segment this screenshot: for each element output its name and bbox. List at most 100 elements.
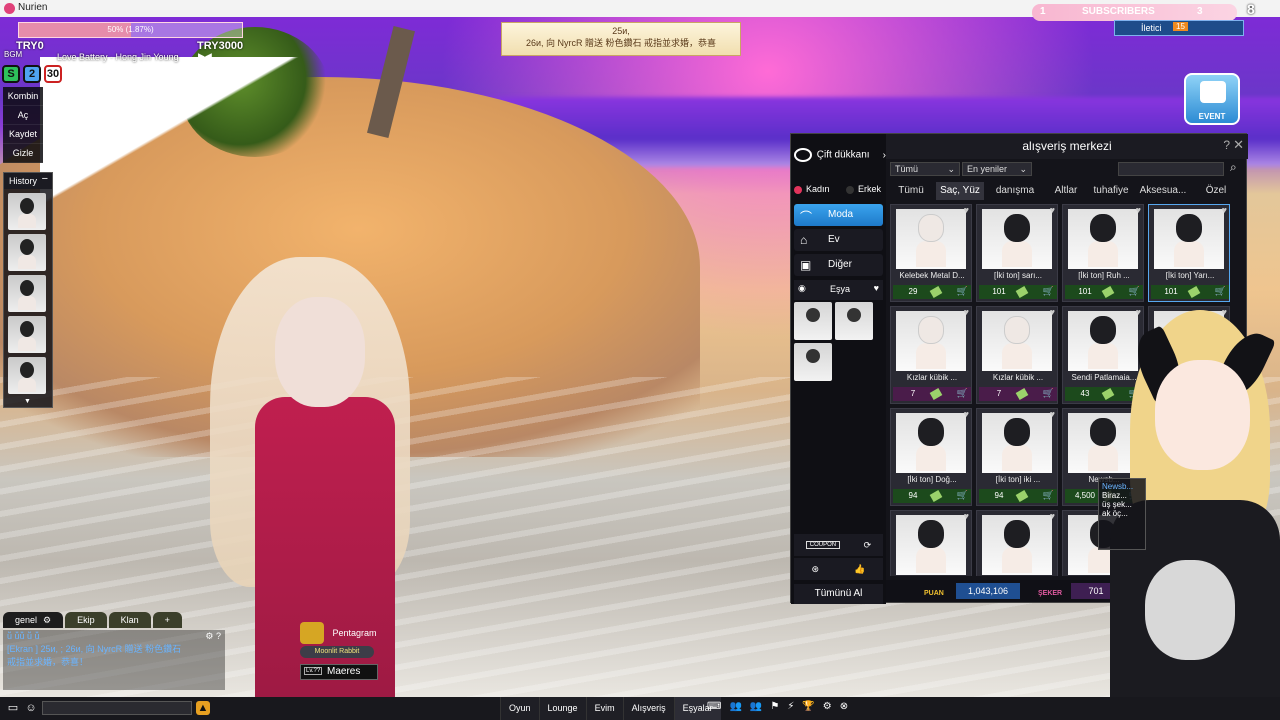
main-menu-button[interactable]: Lounge (538, 697, 586, 720)
toolbar-icon[interactable]: ⌨ (707, 701, 721, 712)
toolbar-icon[interactable]: 🏆 (802, 701, 814, 712)
cart-icon[interactable]: 🛒 (957, 286, 968, 297)
toolbar-icon[interactable]: 👥 (729, 701, 741, 712)
shop-item-card[interactable]: ♥ Kızlar kübik ... 7 🛒 (890, 306, 972, 404)
heart-icon[interactable]: ♥ (964, 409, 969, 419)
shop-tab[interactable]: danışma (988, 182, 1042, 200)
chat-input[interactable] (42, 701, 192, 715)
type-dropdown[interactable]: Tümü ⌄ (890, 162, 960, 176)
shop-item-card[interactable]: ♥ [İki ton] Doğ... 94 🛒 (890, 408, 972, 506)
shop-item-card[interactable]: ♥ [İki ton] iki ... 94 🛒 (976, 408, 1058, 506)
cart-icon[interactable]: 🛒 (957, 388, 968, 399)
couple-shop-link[interactable]: Çift dükkanı › (794, 148, 886, 170)
shop-tab[interactable]: Altlar (1046, 182, 1086, 200)
heart-icon[interactable]: ♥ (1222, 205, 1227, 215)
side-menu-hide[interactable]: Gizle (3, 144, 43, 163)
shop-tab[interactable]: tuhafiye (1090, 182, 1132, 200)
main-menu-button[interactable]: Alışveriş (622, 697, 674, 720)
category-fashion[interactable]: ⌒ Moda (794, 204, 883, 226)
chat-tab-add[interactable]: + (152, 612, 182, 628)
minimize-icon[interactable]: − (42, 173, 48, 185)
emoji-icon[interactable]: ☺ (24, 701, 38, 715)
thumbs-up-icon[interactable]: 👍 (854, 564, 865, 575)
close-icon[interactable]: ✕ (1233, 137, 1244, 153)
player-name-plate: Lv.?? Maeres (300, 664, 378, 680)
chat-log[interactable]: ⚙ ? ṻ ṻṻ ṻ ṻ [Ekran ] 25и, ; 26и, 向 Nyrc… (3, 630, 225, 690)
chat-tab-clan[interactable]: Klan (108, 612, 151, 628)
cart-icon[interactable]: 🛒 (1129, 286, 1140, 297)
warning-icon[interactable]: ▲ (196, 701, 210, 715)
sort-dropdown[interactable]: En yeniler ⌄ (962, 162, 1032, 176)
item-name: [İki ton] sarı... (993, 271, 1042, 280)
category-other[interactable]: ▣ Diğer (794, 254, 883, 276)
buy-all-button[interactable]: Tümünü Al (794, 584, 883, 604)
shop-item-card[interactable]: ♥ (976, 510, 1058, 576)
scroll-down-icon[interactable]: ▼ (24, 398, 31, 405)
history-item[interactable] (8, 357, 46, 394)
cart-icon[interactable]: 🛒 (1043, 286, 1054, 297)
shop-item-card[interactable]: ♥ [İki ton] Yarı... 101 🛒 (1148, 204, 1230, 302)
history-item[interactable] (8, 316, 46, 353)
help-icon[interactable]: ? (1223, 138, 1230, 152)
history-item[interactable] (8, 275, 46, 312)
wishlist-item[interactable] (794, 302, 832, 340)
shop-search-input[interactable] (1118, 162, 1224, 176)
toolbar-icon[interactable]: 👥 (750, 701, 762, 712)
history-item[interactable] (8, 234, 46, 271)
shop-item-card[interactable]: ♥ Kelebek Metal D... 29 🛒 (890, 204, 972, 302)
side-menu-kombin[interactable]: Kombin (3, 87, 43, 106)
heart-icon[interactable]: ♥ (1136, 205, 1141, 215)
wishlist-item[interactable] (835, 302, 873, 340)
heart-icon[interactable]: ♥ (964, 511, 969, 521)
music-controls[interactable]: ▶◀ (198, 51, 212, 62)
shop-item-card[interactable]: ♥ Kızlar kübik ... 7 🛒 (976, 306, 1058, 404)
heart-icon[interactable]: ♥ (1050, 307, 1055, 317)
gift-box-icon[interactable]: ⊛ (812, 564, 820, 575)
gear-icon[interactable]: ⚙ (43, 615, 51, 625)
cart-icon[interactable]: 🛒 (1043, 388, 1054, 399)
heart-icon[interactable]: ♥ (964, 205, 969, 215)
heart-icon[interactable]: ♥ (1050, 409, 1055, 419)
cart-icon[interactable]: 🛒 (1215, 286, 1226, 297)
shop-tab[interactable]: Özel (1196, 182, 1236, 200)
category-home[interactable]: ⌂ Ev (794, 229, 883, 251)
shop-tab[interactable]: Tümü (890, 182, 932, 200)
badge-30[interactable]: 30 (44, 65, 62, 83)
main-menu-button[interactable]: Oyun (500, 697, 539, 720)
eye-icon[interactable]: ◉ (798, 283, 806, 294)
toolbar-icon[interactable]: ⚑ (770, 701, 779, 712)
toolbar-icon[interactable]: ⊗ (840, 701, 848, 712)
item-filter-row[interactable]: ◉ Eşya ♥ (794, 280, 883, 300)
toolbar-icon[interactable]: ⚡ (787, 701, 794, 712)
search-icon[interactable]: ⌕ (1230, 160, 1237, 175)
chat-tab-general[interactable]: genel ⚙ (3, 612, 64, 628)
shop-item-card[interactable]: ♥ (890, 510, 972, 576)
monitor-icon[interactable]: ▭ (6, 701, 20, 715)
badge-s[interactable]: S (2, 65, 20, 83)
gender-female[interactable]: Kadın (794, 184, 830, 194)
chat-tab-team[interactable]: Ekip (65, 612, 107, 628)
heart-icon[interactable]: ♥ (874, 283, 879, 293)
heart-icon[interactable]: ♥ (1050, 205, 1055, 215)
cart-icon[interactable]: 🛒 (1043, 490, 1054, 501)
side-menu-save[interactable]: Kaydet (3, 125, 43, 144)
coupon-button[interactable]: COUPON (805, 541, 841, 549)
gender-male[interactable]: Erkek (846, 184, 881, 194)
message-bar[interactable]: İletici 15 (1114, 20, 1244, 36)
refresh-icon[interactable]: ⟳ (864, 540, 872, 551)
side-menu-open[interactable]: Aç (3, 106, 43, 125)
event-button[interactable]: EVENT (1184, 73, 1240, 125)
chat-controls[interactable]: ⚙ ? (205, 631, 221, 642)
shop-item-card[interactable]: ♥ [İki ton] sarı... 101 🛒 (976, 204, 1058, 302)
badge-2[interactable]: 2 (23, 65, 41, 83)
toolbar-icon[interactable]: ⚙ (823, 701, 832, 712)
history-item[interactable] (8, 193, 46, 230)
heart-icon[interactable]: ♥ (1050, 511, 1055, 521)
heart-icon[interactable]: ♥ (964, 307, 969, 317)
shop-tab[interactable]: Saç, Yüz (936, 182, 984, 200)
cart-icon[interactable]: 🛒 (957, 490, 968, 501)
wishlist-item[interactable] (794, 343, 832, 381)
main-menu-button[interactable]: Evim (585, 697, 623, 720)
shop-tab[interactable]: Aksesua... (1136, 182, 1190, 200)
shop-item-card[interactable]: ♥ [İki ton] Ruh ... 101 🛒 (1062, 204, 1144, 302)
